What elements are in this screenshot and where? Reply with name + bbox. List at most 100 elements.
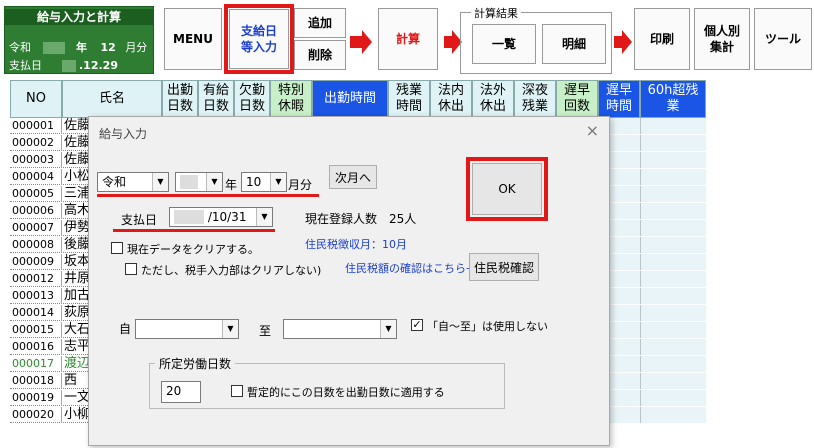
cell-divider — [640, 339, 641, 355]
row-no: 000009 — [10, 254, 62, 270]
arrow-head-icon — [362, 30, 372, 54]
next-month-button[interactable]: 次月へ — [329, 165, 377, 189]
clear-data-label: 現在データをクリアする。 — [127, 243, 259, 256]
row-no: 000006 — [10, 203, 62, 219]
print-button[interactable]: 印刷 — [634, 8, 690, 70]
cell-divider — [640, 407, 641, 423]
row-no: 000020 — [10, 407, 62, 423]
logo-era: 令和 — [9, 41, 31, 54]
blurred-year — [180, 175, 198, 189]
app-title: 給与入力と計算 — [5, 9, 153, 25]
highlight-underline — [97, 194, 319, 197]
apply-workdays-label: 暫定的にこの日数を出勤日数に適用する — [247, 386, 445, 399]
highlight-underline — [113, 229, 275, 232]
keep-tax-checkbox[interactable] — [125, 263, 137, 275]
paydate-input-button[interactable]: 支給日 等入力 — [229, 9, 289, 69]
tax-check-button[interactable]: 住民税確認 — [469, 253, 539, 281]
paydate-select[interactable]: /10/31 ▼ — [169, 207, 273, 227]
cell-divider — [640, 203, 641, 219]
cell-divider — [640, 220, 641, 236]
col-legal-holiday: 法内 休出 — [430, 80, 472, 118]
row-no: 000007 — [10, 220, 62, 236]
app-logo-panel: 給与入力と計算 令和 年 12 月分 支払日 .12.29 — [4, 6, 154, 74]
logo-month: 12 — [100, 41, 116, 54]
apply-workdays-checkbox[interactable] — [231, 385, 243, 397]
year-label: 年 — [225, 178, 238, 192]
cell-divider — [640, 390, 641, 406]
arrow-icon — [444, 36, 452, 48]
delete-button[interactable]: 削除 — [294, 40, 346, 70]
detail-button[interactable]: 明細 — [542, 24, 606, 64]
col-over60h: 60h超残 業 — [640, 80, 706, 118]
workdays-group-label: 所定労働日数 — [155, 355, 236, 372]
to-label: 至 — [259, 324, 272, 338]
logo-month-label: 月分 — [125, 41, 148, 54]
paydate-value: /10/31 — [207, 210, 247, 224]
ribbon: 給与入力と計算 令和 年 12 月分 支払日 .12.29 MENU 支給日 等… — [0, 0, 814, 80]
workdays-value: 20 — [166, 384, 182, 398]
from-select[interactable]: ▼ — [135, 319, 239, 339]
cell-divider — [640, 169, 641, 185]
to-select[interactable]: ▼ — [283, 319, 397, 339]
row-no: 000019 — [10, 390, 62, 406]
month-select[interactable]: 10 ▼ — [241, 172, 287, 192]
col-workdays: 出勤 日数 — [162, 80, 198, 118]
cell-divider — [640, 254, 641, 270]
col-paid-leave: 有給 日数 — [198, 80, 234, 118]
era-select[interactable]: 令和 ▼ — [97, 172, 169, 192]
payroll-input-dialog: 給与入力 × 令和 ▼ ▼ 年 10 ▼ 月分 次月へ OK 支払日 /10/3… — [88, 116, 610, 446]
col-nonlegal-holiday: 法外 休出 — [472, 80, 514, 118]
clear-data-checkbox[interactable] — [111, 242, 123, 254]
row-no: 000016 — [10, 339, 62, 355]
month-value: 10 — [246, 175, 262, 189]
calc-result-label: 計算結果 — [471, 5, 521, 21]
row-no: 000001 — [10, 118, 62, 134]
range-unused-checkbox[interactable]: ✓ — [411, 319, 423, 331]
ok-button[interactable]: OK — [472, 163, 542, 215]
era-value: 令和 — [102, 175, 127, 189]
cell-divider — [640, 135, 641, 151]
chevron-down-icon: ▼ — [206, 173, 222, 191]
cell-divider — [640, 152, 641, 168]
logo-paydate: .12.29 — [79, 59, 118, 72]
cell-divider — [640, 305, 641, 321]
row-no: 000012 — [10, 271, 62, 287]
year-select[interactable]: ▼ — [175, 172, 223, 192]
logo-era-row: 令和 年 12 月分 — [9, 39, 147, 55]
tax-check-link[interactable]: 住民税額の確認はこちら→ — [345, 260, 475, 276]
from-label: 自 — [119, 322, 132, 336]
chevron-down-icon: ▼ — [256, 208, 272, 226]
individual-summary-button[interactable]: 個人別 集計 — [694, 8, 750, 70]
cell-divider — [640, 118, 641, 134]
row-no: 000015 — [10, 322, 62, 338]
row-no: 000008 — [10, 237, 62, 253]
col-overtime: 残業 時間 — [388, 80, 430, 118]
keep-tax-label: ただし、税手入力部はクリアしない) — [141, 264, 322, 277]
logo-paydate-label: 支払日 — [9, 59, 42, 72]
chevron-down-icon: ▼ — [222, 320, 238, 338]
dialog-title: 給与入力 — [99, 127, 148, 141]
col-no: NO — [10, 80, 62, 118]
col-late-hours: 遅早 時間 — [598, 80, 640, 118]
list-button[interactable]: 一覧 — [472, 24, 536, 64]
col-special-leave: 特別 休暇 — [270, 80, 312, 118]
row-no: 000002 — [10, 135, 62, 151]
cell-divider — [640, 322, 641, 338]
arrow-icon — [350, 36, 362, 48]
tax-month: 住民税徴収月：10月 — [305, 238, 407, 251]
registered-count: 現在登録人数 25人 — [305, 212, 417, 226]
cell-divider — [640, 288, 641, 304]
col-night-overtime: 深夜 残業 — [514, 80, 556, 118]
row-no: 000003 — [10, 152, 62, 168]
add-button[interactable]: 追加 — [294, 8, 346, 38]
menu-button[interactable]: MENU — [164, 8, 222, 70]
workdays-input[interactable]: 20 — [161, 381, 201, 403]
tools-button[interactable]: ツール — [754, 8, 812, 70]
col-name: 氏名 — [62, 80, 162, 118]
cell-divider — [640, 271, 641, 287]
row-no: 000018 — [10, 373, 62, 389]
calc-button[interactable]: 計算 — [378, 8, 438, 70]
close-icon[interactable]: × — [586, 121, 599, 140]
row-no: 000017 — [10, 356, 62, 372]
cell-divider — [640, 237, 641, 253]
